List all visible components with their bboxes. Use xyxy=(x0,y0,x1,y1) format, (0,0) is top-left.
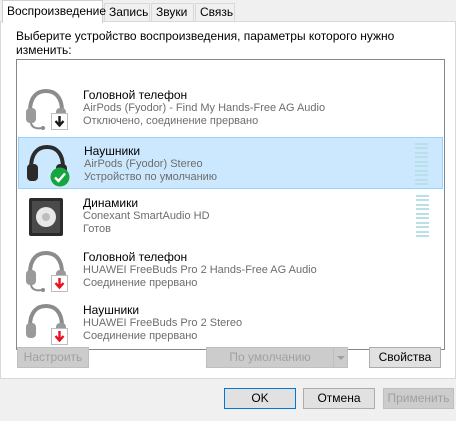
tab-recording[interactable]: Запись xyxy=(104,3,150,22)
apply-button[interactable]: Применить xyxy=(383,388,454,409)
device-name: Динамики xyxy=(83,196,139,210)
tab-strip: Воспроизведение Запись Звуки Связь xyxy=(0,0,456,23)
ok-button[interactable]: OK xyxy=(224,388,296,409)
device-list[interactable]: Головной телефон AirPods (Fyodor) - Find… xyxy=(16,59,445,350)
volume-meter xyxy=(416,195,429,237)
device-item-airpods-stereo[interactable]: Наушники AirPods (Fyodor) Stereo Устройс… xyxy=(18,137,443,189)
device-status: Готов xyxy=(83,223,111,235)
device-detail: HUAWEI FreeBuds Pro 2 Hands-Free AG Audi… xyxy=(83,264,317,276)
set-default-label: По умолчанию xyxy=(229,350,311,364)
tab-panel: Выберите устройство воспроизведения, пар… xyxy=(0,21,456,379)
device-detail: Conexant SmartAudio HD xyxy=(83,210,210,222)
device-text: Наушники HUAWEI FreeBuds Pro 2 Stereo Со… xyxy=(83,304,242,343)
configure-button[interactable]: Настроить xyxy=(17,347,89,368)
device-name: Наушники xyxy=(84,144,141,158)
speaker-icon xyxy=(29,198,63,236)
chevron-down-icon[interactable] xyxy=(333,348,347,367)
tab-playback[interactable]: Воспроизведение xyxy=(2,0,106,23)
device-name: Головной телефон xyxy=(83,250,188,264)
volume-meter xyxy=(415,143,428,185)
properties-button[interactable]: Свойства xyxy=(369,347,441,368)
device-text: Головной телефон AirPods (Fyodor) - Find… xyxy=(83,89,325,128)
device-detail: AirPods (Fyodor) - Find My Hands-Free AG… xyxy=(83,102,326,114)
device-status: Соединение прервано xyxy=(83,330,198,342)
device-item-huawei-stereo[interactable]: Наушники HUAWEI FreeBuds Pro 2 Stereo Со… xyxy=(18,297,443,349)
device-name: Головной телефон xyxy=(83,88,188,102)
disconnected-badge-icon xyxy=(51,275,68,292)
device-item-huawei-handsfree[interactable]: Головной телефон HUAWEI FreeBuds Pro 2 H… xyxy=(18,244,443,296)
device-status: Соединение прервано xyxy=(83,277,198,289)
device-text: Наушники AirPods (Fyodor) Stereo Устройс… xyxy=(84,145,217,184)
device-name: Наушники xyxy=(83,303,140,317)
device-detail: HUAWEI FreeBuds Pro 2 Stereo xyxy=(83,317,243,329)
default-check-badge-icon xyxy=(50,167,70,187)
device-item-airpods-handsfree[interactable]: Головной телефон AirPods (Fyodor) - Find… xyxy=(18,82,443,134)
device-text: Динамики Conexant SmartAudio HD Готов xyxy=(83,197,210,236)
down-arrow-badge-icon xyxy=(51,113,68,130)
device-status: Отключено, соединение прервано xyxy=(83,115,259,127)
device-text: Головной телефон HUAWEI FreeBuds Pro 2 H… xyxy=(83,251,317,290)
instruction-text: Выберите устройство воспроизведения, пар… xyxy=(16,29,395,57)
tab-communications[interactable]: Связь xyxy=(195,3,235,22)
tab-sounds[interactable]: Звуки xyxy=(151,3,194,22)
set-default-button[interactable]: По умолчанию xyxy=(206,347,348,368)
device-detail: AirPods (Fyodor) Stereo xyxy=(84,158,203,170)
disconnected-badge-icon xyxy=(51,328,68,345)
device-item-speakers[interactable]: Динамики Conexant SmartAudio HD Готов xyxy=(18,190,443,242)
device-status: Устройство по умолчанию xyxy=(84,171,218,183)
cancel-button[interactable]: Отмена xyxy=(303,388,375,409)
